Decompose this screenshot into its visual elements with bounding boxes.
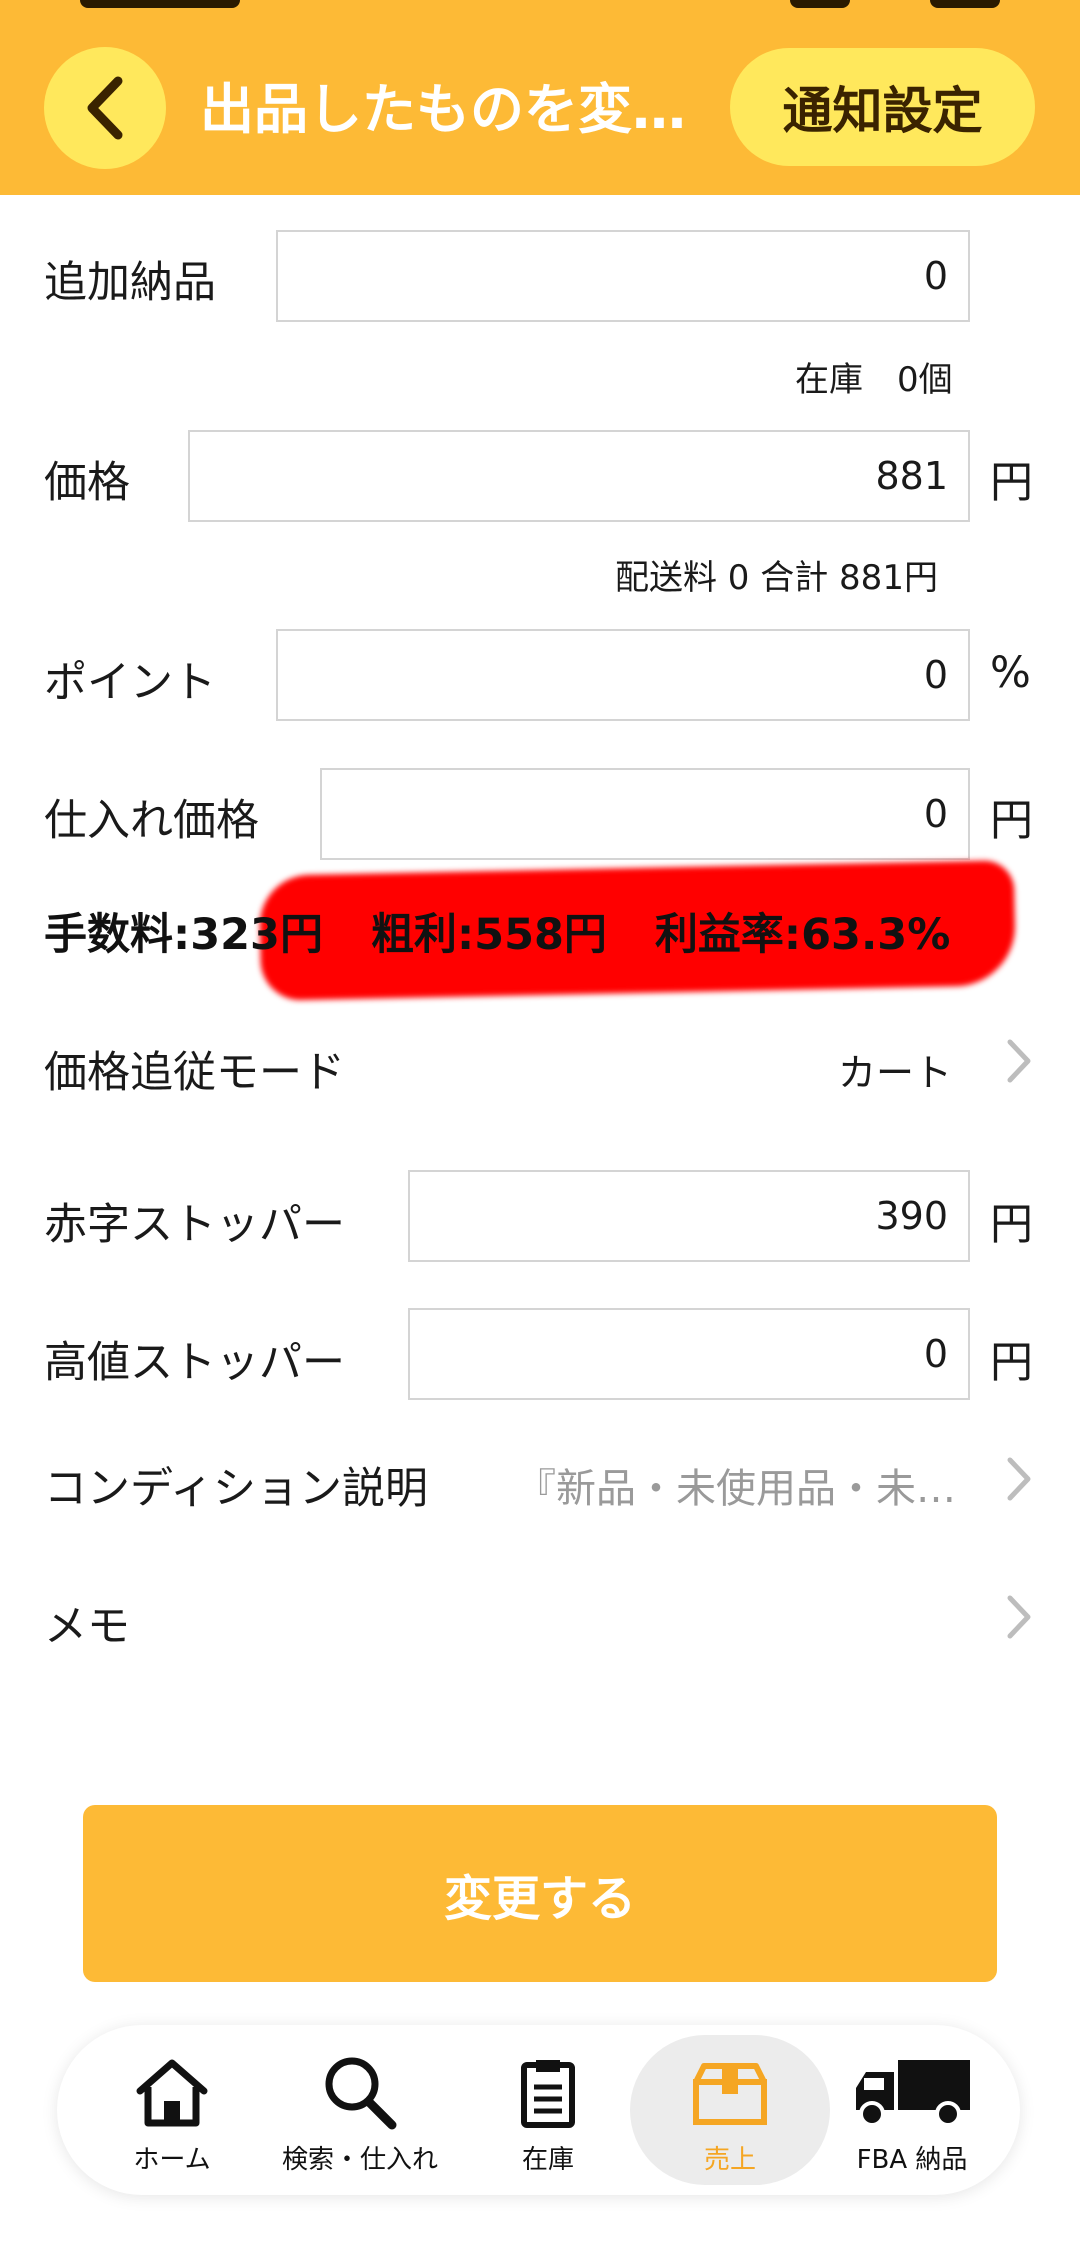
tab-inventory[interactable]: 在庫 [453,2025,643,2195]
condition-label: コンディション説明 [44,1464,428,1514]
purchase-price-label: 仕入れ価格 [44,796,259,846]
point-label: ポイント [44,658,216,708]
profit-summary: 手数料:323円 粗利:558円 利益率:63.3% [44,900,998,962]
tab-search-label: 検索・仕入れ [281,2145,438,2175]
back-button[interactable] [44,47,166,169]
tab-home[interactable]: ホーム [77,2025,267,2195]
follow-mode-row[interactable]: 価格追従モード カート [0,1020,1080,1100]
truck-icon [856,2060,970,2127]
profit-rate-text: 利益率:63.3% [654,910,951,960]
notification-settings-button[interactable]: 通知設定 [730,48,1035,166]
chevron-right-icon [1007,1595,1031,1639]
tab-inventory-label: 在庫 [521,2145,574,2175]
price-input[interactable]: 881 [188,430,970,522]
home-icon [136,2059,208,2127]
condition-value: 『新品・未使用品・未… [516,1466,956,1512]
additional-stock-input[interactable]: 0 [276,230,970,322]
page-title: 出品したものを変… [200,78,686,141]
chevron-right-icon [1007,1457,1031,1501]
price-unit: 円 [990,458,1033,508]
chevron-left-icon [87,76,123,140]
high-stopper-unit: 円 [990,1338,1033,1388]
submit-change-button[interactable]: 変更する [83,1805,997,1982]
search-icon [325,2057,397,2130]
tab-fba[interactable]: FBA 納品 [817,2025,1007,2195]
purchase-price-input[interactable]: 0 [320,768,970,860]
chevron-right-icon [1007,1039,1031,1083]
tab-sales[interactable]: 売上 [635,2025,825,2195]
bottom-tab-bar: ホーム 検索・仕入れ 在庫 売上 FBA 納品 [57,2025,1020,2195]
app-header: 出品したものを変… 通知設定 [0,0,1080,195]
follow-mode-value: カート [837,1051,952,1095]
memo-row[interactable]: メモ [0,1578,1080,1658]
fee-text: 手数料:323円 [44,910,323,960]
price-label: 価格 [44,458,130,508]
deficit-stopper-input[interactable]: 390 [408,1170,970,1262]
tab-search[interactable]: 検索・仕入れ [265,2025,455,2195]
status-bar-battery [930,0,1000,8]
condition-row[interactable]: コンディション説明 『新品・未使用品・未… [0,1440,1080,1520]
stock-note: 在庫 0個 [795,360,953,400]
point-input[interactable]: 0 [276,629,970,721]
high-stopper-input[interactable]: 0 [408,1308,970,1400]
deficit-stopper-label: 赤字ストッパー [44,1200,345,1250]
additional-stock-label: 追加納品 [44,258,216,308]
price-note: 配送料 0 合計 881円 [615,558,938,598]
gross-profit-text: 粗利:558円 [370,910,607,960]
status-bar-time [80,0,240,8]
status-bar-signal [790,0,850,8]
tab-sales-label: 売上 [703,2145,756,2175]
high-stopper-label: 高値ストッパー [44,1338,345,1388]
memo-label: メモ [44,1602,130,1652]
point-unit: % [990,648,1031,698]
box-icon [693,2063,767,2125]
purchase-price-unit: 円 [990,796,1033,846]
follow-mode-label: 価格追従モード [44,1048,345,1098]
clipboard-icon [521,2060,575,2128]
tab-fba-label: FBA 納品 [856,2145,968,2175]
tab-home-label: ホーム [133,2145,211,2175]
deficit-stopper-unit: 円 [990,1200,1033,1250]
